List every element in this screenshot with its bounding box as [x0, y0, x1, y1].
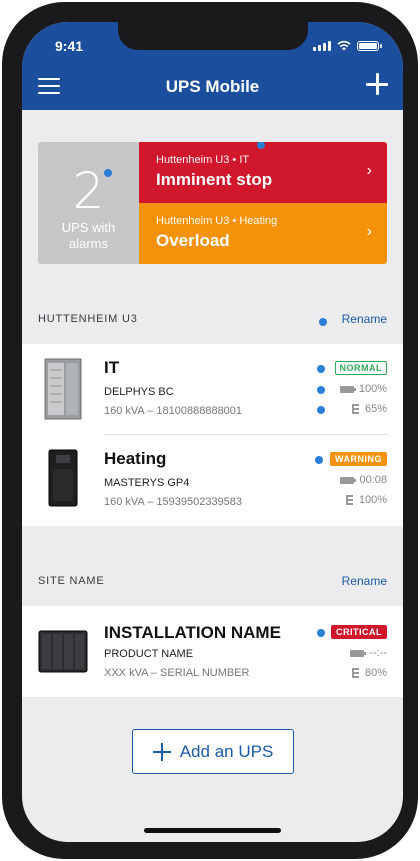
- load-icon: [351, 404, 360, 414]
- alarm-summary: 2 UPS with alarms Huttenheim U3 • IT Imm…: [38, 142, 387, 264]
- ups-item-heating[interactable]: Heating MASTERYS GP4 160 kVA – 159395023…: [22, 435, 403, 526]
- alarm-count-tile: 2 UPS with alarms: [38, 142, 139, 264]
- alarm-message: Imminent stop: [156, 170, 273, 189]
- ups-cabinet-image: [44, 358, 82, 420]
- ups-cabinet-image: [48, 449, 78, 507]
- indicator-dot: [317, 386, 325, 394]
- indicator-dot: [317, 406, 325, 414]
- alarm-item-overload[interactable]: Huttenheim U3 • Heating Overload ›: [139, 203, 387, 264]
- load-value: 80%: [364, 667, 387, 679]
- phone-frame: 9:41 UPS Mobile 2 UPS with alarms Hutten…: [2, 2, 418, 859]
- ups-item-installation[interactable]: INSTALLATION NAME PRODUCT NAME XXX kVA –…: [22, 606, 403, 697]
- add-button[interactable]: [365, 72, 389, 96]
- status-badge: CRITICAL: [331, 625, 387, 639]
- ups-serial: XXX kVA – SERIAL NUMBER: [104, 667, 250, 679]
- battery-value: 00:08: [359, 474, 387, 486]
- battery-value: --:--: [369, 647, 387, 659]
- load-metric: 65%: [351, 403, 387, 415]
- status-icons: [313, 40, 382, 51]
- rename-link[interactable]: Rename: [342, 574, 387, 588]
- ups-name: IT: [104, 358, 120, 377]
- ups-list: IT DELPHYS BC 160 kVA – 18100888888001 N…: [22, 344, 403, 526]
- site-name: HUTTENHEIM U3: [38, 313, 138, 325]
- load-metric: 80%: [351, 667, 387, 679]
- alarm-path: Huttenheim U3 • Heating: [156, 215, 278, 227]
- status-time: 9:41: [55, 38, 84, 54]
- add-ups-button[interactable]: Add an UPS: [132, 729, 294, 774]
- alarm-list: Huttenheim U3 • IT Imminent stop › Hutte…: [139, 142, 387, 264]
- alarm-count-label-line1: UPS with: [61, 220, 116, 235]
- ups-name: INSTALLATION NAME: [104, 623, 281, 642]
- home-indicator: [144, 828, 281, 833]
- battery-icon: [357, 41, 382, 51]
- indicator-dot: [104, 169, 112, 177]
- battery-value: 100%: [358, 383, 387, 395]
- ups-item-it[interactable]: IT DELPHYS BC 160 kVA – 18100888888001 N…: [22, 344, 403, 435]
- load-value: 65%: [364, 403, 387, 415]
- alarm-path: Huttenheim U3 • IT: [156, 154, 250, 166]
- chevron-right-icon: ›: [366, 223, 372, 240]
- battery-metric: 100%: [339, 383, 387, 395]
- app-title: UPS Mobile: [165, 77, 260, 96]
- ups-model: PRODUCT NAME: [104, 648, 194, 660]
- battery-metric: 00:08: [340, 474, 387, 486]
- site-header: SITE NAME Rename: [22, 567, 403, 597]
- alarm-item-imminent-stop[interactable]: Huttenheim U3 • IT Imminent stop ›: [139, 142, 387, 203]
- site-name: SITE NAME: [38, 575, 105, 587]
- ups-model: DELPHYS BC: [104, 386, 174, 398]
- signal-icon: [313, 41, 331, 51]
- indicator-dot: [315, 456, 323, 464]
- ups-name: Heating: [104, 449, 167, 468]
- indicator-dot: [317, 629, 325, 637]
- plus-icon: [152, 742, 171, 761]
- indicator-dot: [317, 365, 325, 373]
- battery-metric: --:--: [350, 647, 387, 659]
- indicator-dot: [319, 318, 327, 326]
- load-icon: [345, 495, 354, 505]
- ups-list: INSTALLATION NAME PRODUCT NAME XXX kVA –…: [22, 606, 403, 697]
- app-header: 9:41 UPS Mobile: [22, 22, 403, 110]
- load-value: 100%: [358, 494, 387, 506]
- status-badge: NORMAL: [334, 361, 387, 375]
- wifi-icon: [337, 40, 351, 51]
- load-icon: [351, 668, 360, 678]
- notch: [118, 22, 308, 50]
- alarm-message: Overload: [156, 231, 230, 250]
- battery-icon: [339, 385, 356, 393]
- ups-serial: 160 kVA – 18100888888001: [104, 405, 243, 417]
- battery-icon: [350, 649, 367, 657]
- rename-link[interactable]: Rename: [342, 312, 387, 326]
- ups-serial: 160 kVA – 15939502339583: [104, 496, 243, 508]
- indicator-dot: [257, 142, 265, 149]
- ups-cabinet-image: [38, 630, 88, 673]
- load-metric: 100%: [345, 494, 387, 506]
- app-screen: 9:41 UPS Mobile 2 UPS with alarms Hutten…: [22, 22, 403, 842]
- alarm-count: 2: [72, 162, 105, 220]
- alarm-count-label-line2: alarms: [68, 236, 108, 251]
- chevron-right-icon: ›: [366, 162, 372, 179]
- battery-icon: [340, 476, 357, 484]
- ups-model: MASTERYS GP4: [104, 477, 190, 489]
- status-badge: WARNING: [330, 452, 387, 466]
- site-header: HUTTENHEIM U3 Rename: [22, 305, 403, 335]
- add-ups-label: Add an UPS: [179, 741, 274, 761]
